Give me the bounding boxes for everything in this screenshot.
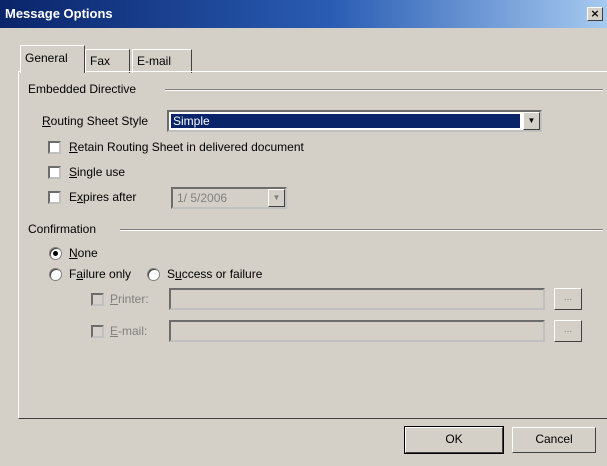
printer-checkbox[interactable] — [91, 293, 104, 306]
tab-general[interactable]: General — [20, 45, 85, 73]
printer-label: Printer: — [110, 292, 149, 306]
failure-only-label: Failure only — [69, 267, 132, 281]
expires-date-picker[interactable]: 1/ 5/2006 ▼ — [171, 187, 287, 209]
tab-fax[interactable]: Fax — [85, 49, 130, 73]
expires-date-value: 1/ 5/2006 — [177, 191, 228, 205]
general-tab-panel: Embedded Directive Routing Sheet Style S… — [18, 71, 607, 419]
embedded-directive-label: Embedded Directive — [28, 82, 141, 96]
email-field[interactable] — [169, 320, 545, 342]
cancel-button[interactable]: Cancel — [512, 427, 596, 453]
message-options-dialog: Message Options × General Fax E-mail Emb… — [0, 0, 607, 466]
group-divider — [165, 89, 603, 91]
expires-after-checkbox[interactable] — [48, 191, 61, 204]
printer-browse-button[interactable]: ... — [554, 288, 582, 310]
dropdown-arrow-icon[interactable]: ▼ — [523, 112, 540, 130]
dropdown-arrow-icon[interactable]: ▼ — [268, 189, 285, 207]
retain-routing-sheet-checkbox[interactable] — [48, 141, 61, 154]
none-label: None — [69, 246, 98, 260]
email-label: E-mail: — [110, 324, 148, 338]
success-or-failure-label: Success or failure — [167, 267, 263, 281]
routing-sheet-style-value: Simple — [171, 114, 520, 128]
ok-button[interactable]: OK — [404, 426, 504, 454]
confirmation-label: Confirmation — [28, 222, 101, 236]
window-title: Message Options — [5, 6, 113, 21]
retain-routing-sheet-label: Retain Routing Sheet in delivered docume… — [69, 140, 304, 154]
email-browse-button[interactable]: ... — [554, 320, 582, 342]
routing-sheet-style-select[interactable]: Simple ▼ — [167, 110, 542, 132]
failure-only-radio[interactable] — [49, 268, 62, 281]
group-divider — [120, 229, 603, 231]
single-use-label: Single use — [69, 165, 126, 179]
none-radio[interactable] — [49, 247, 62, 260]
routing-sheet-style-label: Routing Sheet Style — [42, 114, 149, 128]
tab-email[interactable]: E-mail — [132, 49, 192, 73]
expires-after-label: Expires after — [69, 190, 137, 204]
title-bar: Message Options × — [0, 0, 607, 28]
printer-field[interactable] — [169, 288, 545, 310]
close-button[interactable]: × — [587, 7, 603, 21]
success-or-failure-radio[interactable] — [147, 268, 160, 281]
email-checkbox[interactable] — [91, 325, 104, 338]
single-use-checkbox[interactable] — [48, 166, 61, 179]
